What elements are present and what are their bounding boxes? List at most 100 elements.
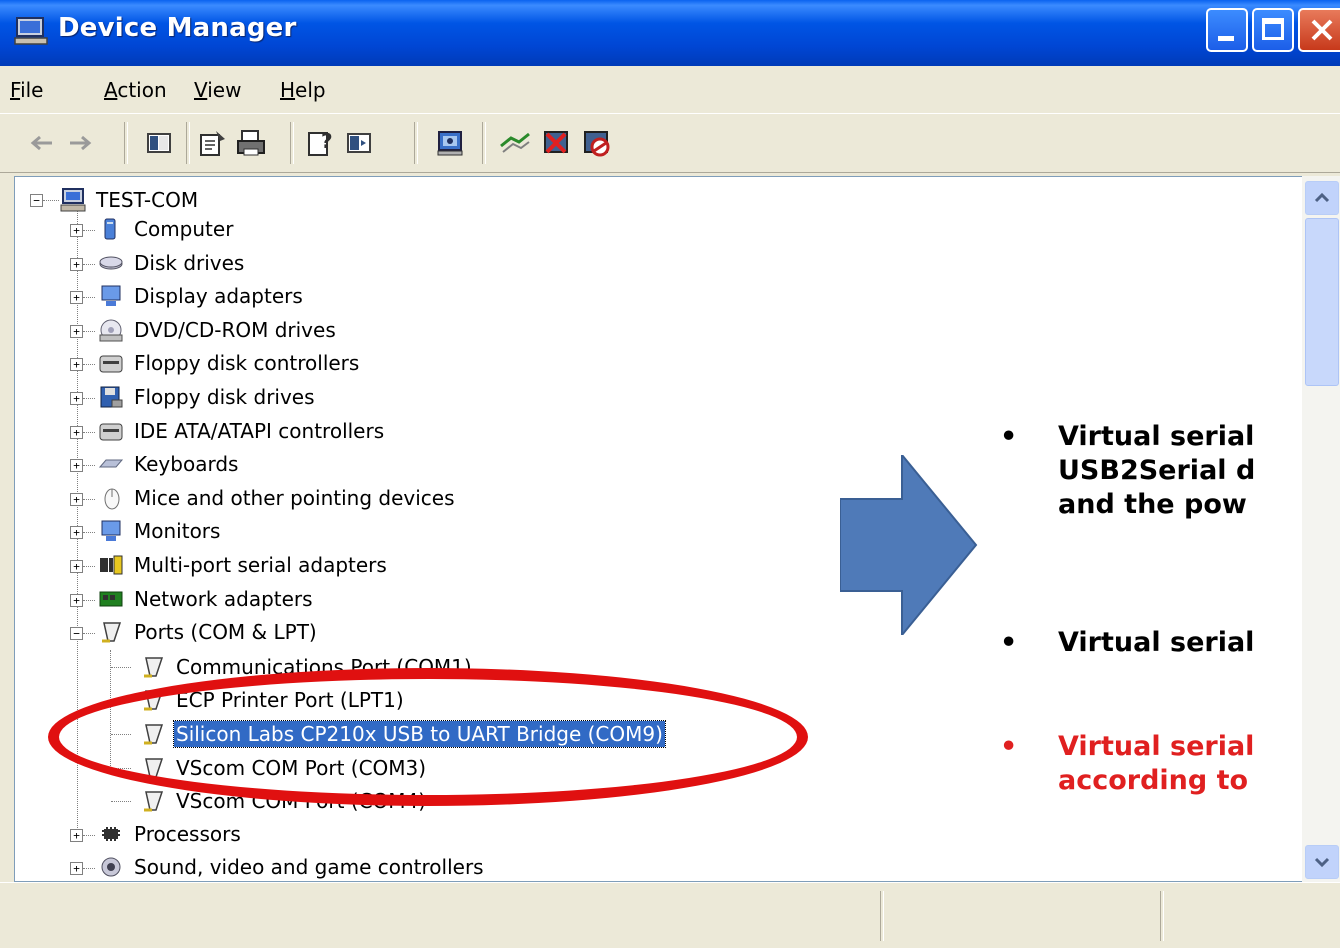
tree-category[interactable]: Ports (COM & LPT) xyxy=(98,617,319,647)
bullet-dot: • xyxy=(1000,421,1018,452)
bullet-item: • Virtual serial USB2Serial d and the po… xyxy=(1000,420,1340,530)
tree-category[interactable]: Floppy disk drives xyxy=(98,382,317,412)
network-adapter-icon xyxy=(99,591,123,607)
tree-category[interactable]: Sound, video and game controllers xyxy=(98,852,486,882)
tree-line xyxy=(83,532,95,534)
tree-category-label: Network adapters xyxy=(134,586,313,611)
tree-category[interactable]: Computer xyxy=(98,214,235,244)
bullet-line: Virtual serial xyxy=(1058,627,1255,658)
tree-category-label: Floppy disk controllers xyxy=(134,351,360,376)
tree-line xyxy=(111,666,131,668)
tree-line xyxy=(83,633,95,635)
ide-controller-icon xyxy=(99,423,123,441)
bullet-line: according to xyxy=(1058,765,1249,796)
tree-category-label: Monitors xyxy=(134,519,221,544)
mouse-icon xyxy=(104,488,120,510)
tree-category-label: Multi-port serial adapters xyxy=(134,553,387,577)
arrow-shape xyxy=(840,455,978,635)
tree-line xyxy=(83,330,95,332)
tree-category-label: Sound, video and game controllers xyxy=(134,855,484,880)
computer-icon xyxy=(60,188,86,212)
tree-category-label: IDE ATA/ATAPI controllers xyxy=(134,418,385,443)
highlight-ellipse xyxy=(48,668,808,806)
category-expand-toggle[interactable]: + xyxy=(70,593,83,607)
port-icon xyxy=(144,791,164,812)
bullet-line: Virtual serial xyxy=(1058,421,1255,452)
category-expand-toggle[interactable]: + xyxy=(70,526,83,540)
floppy-drive-icon xyxy=(100,386,123,408)
tree-category[interactable]: Network adapters xyxy=(98,584,315,614)
port-icon xyxy=(102,622,122,643)
category-expand-toggle[interactable]: + xyxy=(70,358,83,372)
bullet-line: and the pow xyxy=(1058,489,1247,520)
tree-category[interactable]: Disk drives xyxy=(98,248,246,278)
bullet-item: • Virtual serial xyxy=(1000,626,1340,666)
status-separator xyxy=(880,891,884,941)
bullet-item: • Virtual serial according to xyxy=(1000,730,1340,806)
category-expand-toggle[interactable]: + xyxy=(70,324,83,338)
tree-line xyxy=(83,566,95,567)
tree-category-label: Computer xyxy=(134,217,234,241)
serial-adapter-icon xyxy=(100,555,123,575)
disk-drive-icon xyxy=(99,256,123,270)
tree-line xyxy=(83,230,95,231)
tree-category[interactable]: Mice and other pointing devices xyxy=(98,483,457,513)
tree-line xyxy=(43,200,59,201)
display-adapter-icon xyxy=(101,285,121,307)
cdrom-icon xyxy=(99,319,123,342)
tree-category[interactable]: Floppy disk controllers xyxy=(98,348,361,378)
tree-category[interactable]: DVD/CD-ROM drives xyxy=(98,315,338,345)
tree-line xyxy=(111,801,131,803)
bullet-dot: • xyxy=(1000,731,1018,762)
tree-line xyxy=(83,599,95,601)
category-expand-toggle[interactable]: + xyxy=(70,560,83,573)
annotation-bullets: • Virtual serial USB2Serial d and the po… xyxy=(1000,0,1340,947)
tree-line xyxy=(83,398,95,399)
tree-category[interactable]: IDE ATA/ATAPI controllers xyxy=(98,416,386,446)
tree-line xyxy=(83,465,95,467)
category-expand-toggle[interactable]: + xyxy=(70,392,83,405)
tree-category[interactable]: Processors xyxy=(98,819,243,849)
category-expand-toggle[interactable]: + xyxy=(70,257,83,271)
tree-root-label: TEST-COM xyxy=(96,188,199,212)
category-expand-toggle[interactable]: + xyxy=(70,828,83,842)
category-expand-toggle[interactable]: − xyxy=(70,627,83,641)
tree-category-label: Mice and other pointing devices xyxy=(134,485,455,510)
tree-category-label: Ports (COM & LPT) xyxy=(134,620,317,645)
tree-category-label: DVD/CD-ROM drives xyxy=(134,317,336,342)
bullet-dot: • xyxy=(1000,627,1018,658)
category-expand-toggle[interactable]: + xyxy=(70,291,83,305)
category-expand-toggle[interactable]: + xyxy=(70,862,83,876)
tree-root[interactable]: TEST-COM xyxy=(60,185,200,215)
tree-line xyxy=(83,834,95,836)
tree-line xyxy=(83,868,95,870)
tree-category-label: Display adapters xyxy=(134,284,303,309)
tree-line xyxy=(83,364,95,366)
floppy-controller-icon xyxy=(99,355,123,373)
tree-line xyxy=(83,263,95,265)
computer-category-icon xyxy=(104,218,116,240)
processor-icon xyxy=(102,826,120,841)
tree-line xyxy=(83,297,95,299)
tree-line xyxy=(83,431,95,433)
tree-category[interactable]: Display adapters xyxy=(98,281,305,311)
tree-category[interactable]: Monitors xyxy=(98,516,222,546)
category-expand-toggle[interactable]: + xyxy=(70,492,83,506)
category-expand-toggle[interactable]: + xyxy=(70,459,83,473)
monitor-icon xyxy=(101,520,121,542)
tree-category-label: Processors xyxy=(134,821,241,846)
category-expand-toggle[interactable]: + xyxy=(70,425,83,439)
bullet-line: USB2Serial d xyxy=(1058,455,1256,486)
tree-category-label: Floppy disk drives xyxy=(134,385,315,409)
sound-icon xyxy=(101,857,121,877)
category-expand-toggle[interactable]: + xyxy=(70,224,83,237)
tree-category[interactable]: Multi-port serial adapters xyxy=(98,550,389,580)
port-icon xyxy=(144,657,164,678)
tree-line xyxy=(83,498,95,500)
bullet-line: Virtual serial xyxy=(1058,731,1255,762)
root-collapse-toggle[interactable]: − xyxy=(30,194,43,207)
tree-category[interactable]: Keyboards xyxy=(98,449,240,479)
keyboard-icon xyxy=(98,459,124,468)
tree-category-label: Keyboards xyxy=(134,452,239,477)
tree-category-label: Disk drives xyxy=(134,250,245,275)
